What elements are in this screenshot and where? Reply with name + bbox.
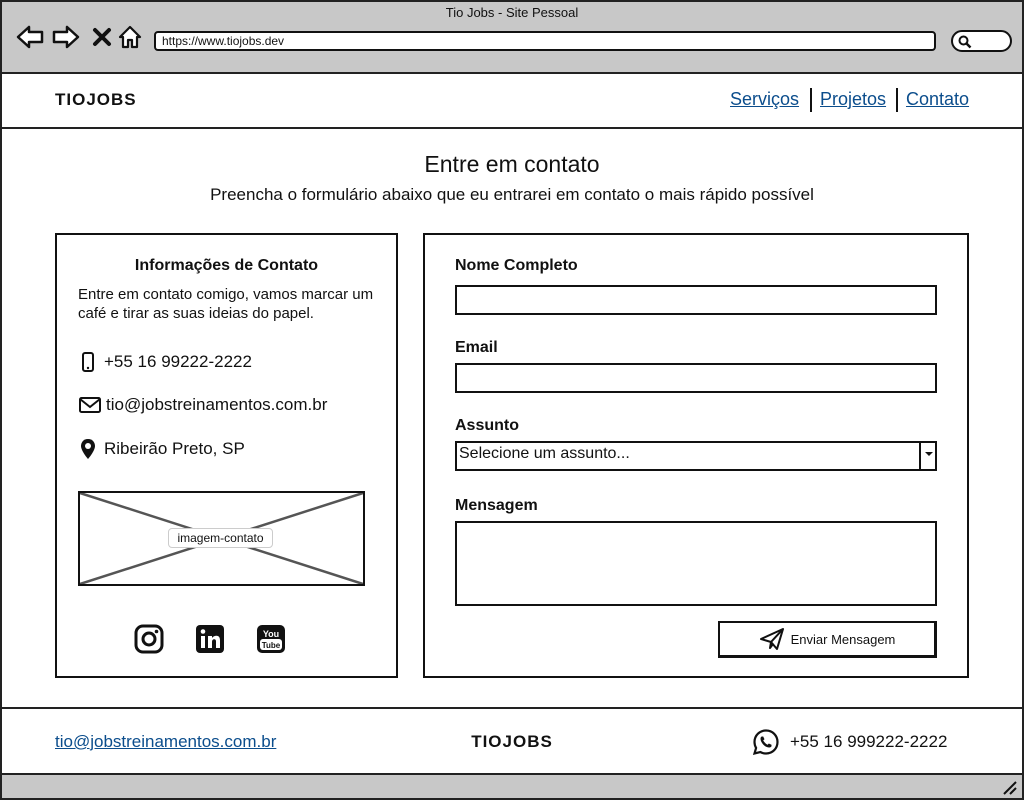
footer-phone: +55 16 999222-2222 xyxy=(790,732,948,751)
contact-phone: +55 16 99222-2222 xyxy=(104,352,252,371)
browser-search[interactable] xyxy=(951,30,1012,52)
nav-link-contato[interactable]: Contato xyxy=(906,89,969,110)
address-bar[interactable]: https://www.tiojobs.dev xyxy=(154,31,936,51)
contact-phone-row: +55 16 99222-2222 xyxy=(78,351,252,373)
header-brand[interactable]: TIOJOBS xyxy=(55,90,137,110)
home-icon[interactable] xyxy=(115,22,145,52)
subject-label: Assunto xyxy=(455,417,519,434)
window-title: Tio Jobs - Site Pessoal xyxy=(445,5,579,20)
status-bar xyxy=(0,773,1024,800)
message-textarea[interactable] xyxy=(455,521,937,606)
message-label: Mensagem xyxy=(455,497,538,514)
svg-text:You: You xyxy=(263,629,279,639)
contact-location: Ribeirão Preto, SP xyxy=(104,439,245,458)
footer-phone-row: +55 16 999222-2222 xyxy=(752,728,947,756)
youtube-icon[interactable]: You Tube xyxy=(256,624,286,654)
email-label: Email xyxy=(455,339,498,356)
svg-text:Tube: Tube xyxy=(262,641,281,650)
mobile-phone-icon xyxy=(82,352,94,372)
contact-image-label: imagem-contato xyxy=(168,528,273,548)
linkedin-icon[interactable] xyxy=(195,624,225,654)
resize-grip-icon[interactable] xyxy=(1000,778,1018,796)
chevron-down-icon[interactable] xyxy=(919,441,937,471)
search-icon xyxy=(958,35,972,49)
envelope-icon xyxy=(79,397,101,413)
page-subtitle: Preencha o formulário abaixo que eu entr… xyxy=(210,185,814,204)
contact-email: tio@jobstreinamentos.com.br xyxy=(106,395,328,414)
nav-link-projetos[interactable]: Projetos xyxy=(820,89,886,110)
name-input[interactable] xyxy=(455,285,937,315)
map-pin-icon xyxy=(81,439,95,459)
nav-separator xyxy=(896,88,898,112)
send-message-button[interactable]: Enviar Mensagem xyxy=(718,621,937,658)
paper-plane-icon xyxy=(759,628,784,650)
nav-separator xyxy=(810,88,812,112)
email-input[interactable] xyxy=(455,363,937,393)
name-label: Nome Completo xyxy=(455,257,578,274)
whatsapp-icon xyxy=(752,729,779,756)
contact-location-row: Ribeirão Preto, SP xyxy=(78,437,245,461)
send-message-label: Enviar Mensagem xyxy=(790,631,896,647)
instagram-icon[interactable] xyxy=(134,624,164,654)
contact-info-description: Entre em contato comigo, vamos marcar um… xyxy=(78,286,374,322)
page-title: Entre em contato xyxy=(424,151,600,177)
contact-email-row: tio@jobstreinamentos.com.br xyxy=(78,395,327,415)
forward-arrow-icon[interactable] xyxy=(51,22,81,52)
close-icon[interactable] xyxy=(87,22,117,52)
subject-select-value: Selecione um assunto... xyxy=(459,445,630,462)
contact-info-title: Informações de Contato xyxy=(134,257,319,274)
nav-link-servicos[interactable]: Serviços xyxy=(730,89,799,110)
back-arrow-icon[interactable] xyxy=(15,22,45,52)
